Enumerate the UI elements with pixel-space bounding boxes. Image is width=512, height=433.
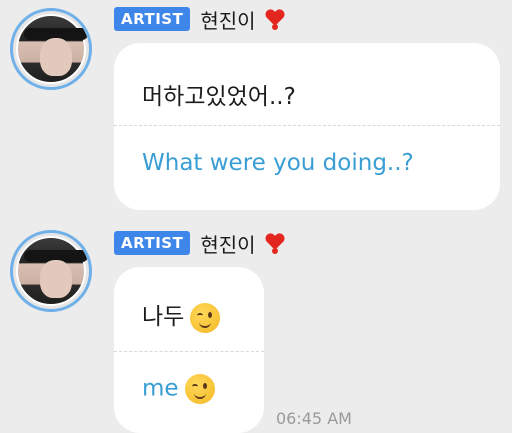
message-text-korean: 나두 — [142, 304, 185, 330]
avatar[interactable] — [10, 8, 92, 90]
message-bubble[interactable]: 머하고있었어..? What were you doing..? — [114, 43, 500, 210]
message-text-korean-row: 나두 — [142, 297, 221, 333]
translation-divider — [114, 125, 500, 126]
message-group-2: ARTIST 현진이 나두 me 06:45 AM — [0, 222, 512, 433]
message-bubble[interactable]: 나두 me — [114, 267, 264, 433]
sender-name: 현진이 — [200, 232, 256, 257]
sender-name: 현진이 — [200, 8, 256, 33]
winking-face-icon — [190, 302, 221, 333]
avatar-photo — [16, 236, 88, 306]
message-text-translation-row: me — [142, 374, 215, 404]
heart-icon — [266, 8, 284, 30]
avatar-face — [40, 260, 72, 298]
artist-badge: ARTIST — [114, 7, 191, 31]
artist-badge: ARTIST — [114, 231, 191, 255]
message-timestamp: 06:45 AM — [276, 409, 352, 428]
message-text-translation: What were you doing..? — [142, 150, 414, 176]
message-group-1: ARTIST 현진이 머하고있었어..? What were you doing… — [0, 0, 512, 215]
sender-row: ARTIST 현진이 — [114, 4, 284, 34]
avatar-photo — [16, 14, 88, 84]
sender-row: ARTIST 현진이 — [114, 228, 284, 258]
heart-icon — [266, 232, 284, 254]
translation-divider — [114, 351, 264, 352]
message-text-translation: me — [142, 375, 179, 402]
avatar[interactable] — [10, 230, 92, 312]
winking-face-icon — [184, 374, 215, 404]
message-text-korean: 머하고있었어..? — [142, 84, 296, 110]
avatar-face — [40, 38, 72, 76]
